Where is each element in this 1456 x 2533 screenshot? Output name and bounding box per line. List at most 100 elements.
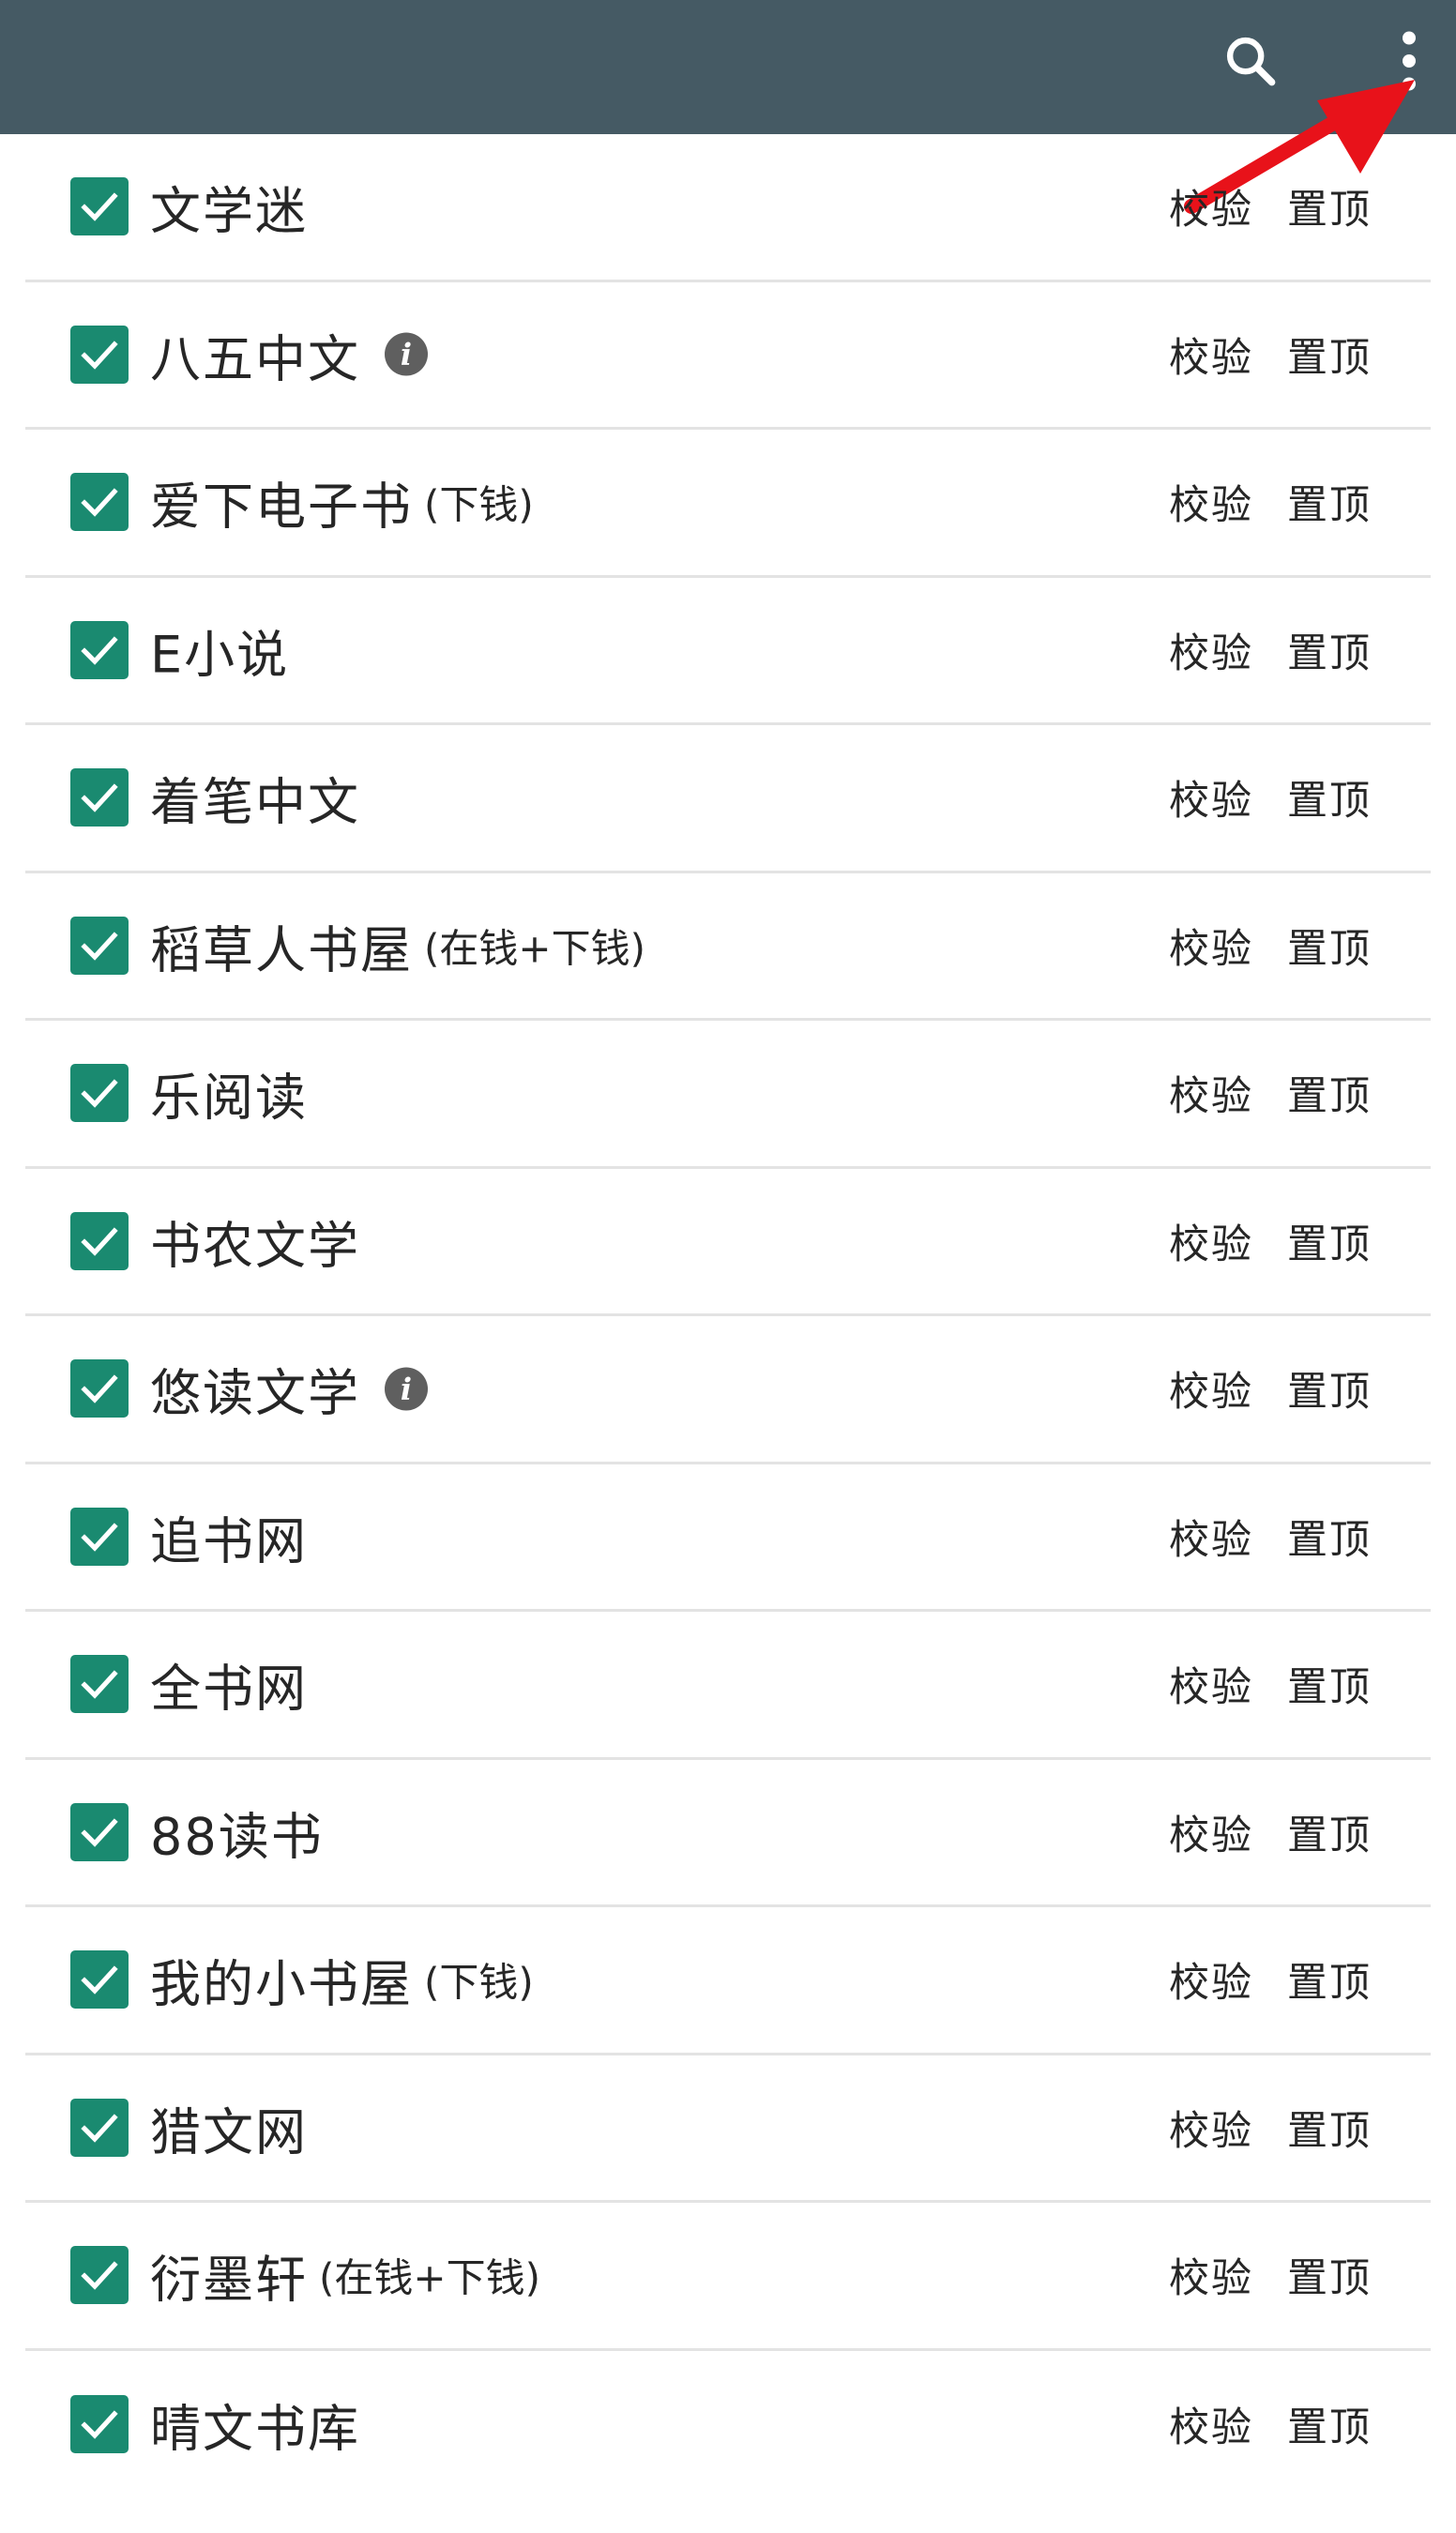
row-actions: 校验 置顶 bbox=[1169, 1064, 1372, 1122]
row-actions: 校验 置顶 bbox=[1169, 473, 1372, 531]
source-row: 八五中文 i 校验 置顶 bbox=[25, 282, 1431, 430]
verify-button[interactable]: 校验 bbox=[1169, 1064, 1253, 1122]
source-name: 爱下电子书 bbox=[150, 477, 413, 537]
source-checkbox[interactable] bbox=[70, 620, 129, 679]
source-name-group: 书农文学 bbox=[150, 1204, 360, 1278]
row-actions: 校验 置顶 bbox=[1169, 1803, 1372, 1861]
pin-to-top-button[interactable]: 置顶 bbox=[1287, 1064, 1372, 1122]
source-name: 乐阅读 bbox=[150, 1068, 308, 1128]
source-row: 乐阅读 校验 置顶 bbox=[25, 1021, 1431, 1169]
source-name: 衍墨轩 bbox=[150, 2250, 308, 2310]
pin-to-top-button[interactable]: 置顶 bbox=[1287, 1950, 1372, 2009]
source-checkbox[interactable] bbox=[70, 325, 129, 384]
source-checkbox[interactable] bbox=[70, 2246, 129, 2305]
pin-to-top-button[interactable]: 置顶 bbox=[1287, 2246, 1372, 2304]
verify-button[interactable]: 校验 bbox=[1169, 621, 1253, 679]
verify-button[interactable]: 校验 bbox=[1169, 473, 1253, 531]
source-name-group: 追书网 bbox=[150, 1499, 308, 1573]
pin-to-top-button[interactable]: 置顶 bbox=[1287, 621, 1372, 679]
row-actions: 校验 置顶 bbox=[1169, 621, 1372, 679]
more-options-button[interactable] bbox=[1362, 14, 1456, 108]
verify-button[interactable]: 校验 bbox=[1169, 1950, 1253, 2009]
source-checkbox[interactable] bbox=[70, 177, 129, 236]
row-actions: 校验 置顶 bbox=[1169, 177, 1372, 235]
source-row: E小说 校验 置顶 bbox=[25, 578, 1431, 725]
pin-to-top-button[interactable]: 置顶 bbox=[1287, 1508, 1372, 1566]
info-icon[interactable]: i bbox=[385, 332, 428, 376]
source-name: 我的小书屋 bbox=[150, 1954, 413, 2014]
source-row: 文学迷 校验 置顶 bbox=[25, 134, 1431, 282]
pin-to-top-button[interactable]: 置顶 bbox=[1287, 2395, 1372, 2453]
source-name: E小说 bbox=[150, 625, 290, 685]
verify-button[interactable]: 校验 bbox=[1169, 177, 1253, 235]
source-checkbox[interactable] bbox=[70, 1507, 129, 1566]
source-checkbox[interactable] bbox=[70, 1950, 129, 2010]
checkmark-icon bbox=[81, 2114, 118, 2143]
source-name: 文学迷 bbox=[150, 181, 308, 241]
source-checkbox[interactable] bbox=[70, 2098, 129, 2157]
checkmark-icon bbox=[81, 636, 118, 665]
checkmark-icon bbox=[81, 1818, 118, 1847]
source-row: 稻草人书屋 (在钱+下钱) 校验 置顶 bbox=[25, 873, 1431, 1021]
verify-button[interactable]: 校验 bbox=[1169, 1803, 1253, 1861]
source-note: (在钱+下钱) bbox=[319, 2254, 540, 2301]
checkmark-icon bbox=[81, 2261, 118, 2291]
verify-button[interactable]: 校验 bbox=[1169, 326, 1253, 384]
pin-to-top-button[interactable]: 置顶 bbox=[1287, 1212, 1372, 1270]
source-checkbox[interactable] bbox=[70, 916, 129, 975]
source-row: 书农文学 校验 置顶 bbox=[25, 1169, 1431, 1316]
row-actions: 校验 置顶 bbox=[1169, 768, 1372, 827]
checkmark-icon bbox=[81, 932, 118, 961]
pin-to-top-button[interactable]: 置顶 bbox=[1287, 2099, 1372, 2157]
top-toolbar bbox=[0, 0, 1456, 134]
source-name-group: E小说 bbox=[150, 613, 289, 687]
verify-button[interactable]: 校验 bbox=[1169, 2246, 1253, 2304]
source-checkbox[interactable] bbox=[70, 1359, 129, 1418]
pin-to-top-button[interactable]: 置顶 bbox=[1287, 1359, 1372, 1418]
source-checkbox[interactable] bbox=[70, 473, 129, 532]
checkmark-icon bbox=[81, 1079, 118, 1109]
row-actions: 校验 置顶 bbox=[1169, 1359, 1372, 1418]
verify-button[interactable]: 校验 bbox=[1169, 2395, 1253, 2453]
source-row: 着笔中文 校验 置顶 bbox=[25, 725, 1431, 873]
row-actions: 校验 置顶 bbox=[1169, 917, 1372, 975]
row-actions: 校验 置顶 bbox=[1169, 1950, 1372, 2009]
source-note: (下钱) bbox=[424, 1959, 534, 2006]
pin-to-top-button[interactable]: 置顶 bbox=[1287, 917, 1372, 975]
pin-to-top-button[interactable]: 置顶 bbox=[1287, 326, 1372, 384]
verify-button[interactable]: 校验 bbox=[1169, 1655, 1253, 1713]
source-row: 衍墨轩 (在钱+下钱) 校验 置顶 bbox=[25, 2203, 1431, 2351]
source-checkbox[interactable] bbox=[70, 1802, 129, 1861]
verify-button[interactable]: 校验 bbox=[1169, 2099, 1253, 2157]
source-name-group: 晴文书库 bbox=[150, 2388, 360, 2462]
source-checkbox[interactable] bbox=[70, 768, 129, 827]
verify-button[interactable]: 校验 bbox=[1169, 1359, 1253, 1418]
source-name-group: 我的小书屋 (下钱) bbox=[150, 1943, 534, 2017]
source-checkbox[interactable] bbox=[70, 1064, 129, 1123]
source-name-group: 乐阅读 bbox=[150, 1056, 308, 1130]
pin-to-top-button[interactable]: 置顶 bbox=[1287, 1655, 1372, 1713]
source-row: 88读书 校验 置顶 bbox=[25, 1760, 1431, 1907]
checkmark-icon bbox=[81, 1374, 118, 1404]
pin-to-top-button[interactable]: 置顶 bbox=[1287, 473, 1372, 531]
pin-to-top-button[interactable]: 置顶 bbox=[1287, 177, 1372, 235]
pin-to-top-button[interactable]: 置顶 bbox=[1287, 768, 1372, 827]
row-actions: 校验 置顶 bbox=[1169, 1212, 1372, 1270]
verify-button[interactable]: 校验 bbox=[1169, 1212, 1253, 1270]
source-checkbox[interactable] bbox=[70, 1655, 129, 1714]
source-checkbox[interactable] bbox=[70, 2395, 129, 2454]
source-name-group: 88读书 bbox=[150, 1795, 324, 1869]
source-row: 追书网 校验 置顶 bbox=[25, 1464, 1431, 1612]
row-actions: 校验 置顶 bbox=[1169, 2246, 1372, 2304]
info-icon[interactable]: i bbox=[385, 1367, 428, 1411]
verify-button[interactable]: 校验 bbox=[1169, 1508, 1253, 1566]
source-name-group: 爱下电子书 (下钱) bbox=[150, 465, 534, 539]
pin-to-top-button[interactable]: 置顶 bbox=[1287, 1803, 1372, 1861]
source-name-group: 悠读文学 i bbox=[150, 1352, 428, 1426]
verify-button[interactable]: 校验 bbox=[1169, 768, 1253, 827]
source-checkbox[interactable] bbox=[70, 1211, 129, 1270]
verify-button[interactable]: 校验 bbox=[1169, 917, 1253, 975]
checkmark-icon bbox=[81, 2410, 118, 2440]
search-button[interactable] bbox=[1204, 14, 1297, 108]
source-note: (在钱+下钱) bbox=[424, 925, 645, 972]
